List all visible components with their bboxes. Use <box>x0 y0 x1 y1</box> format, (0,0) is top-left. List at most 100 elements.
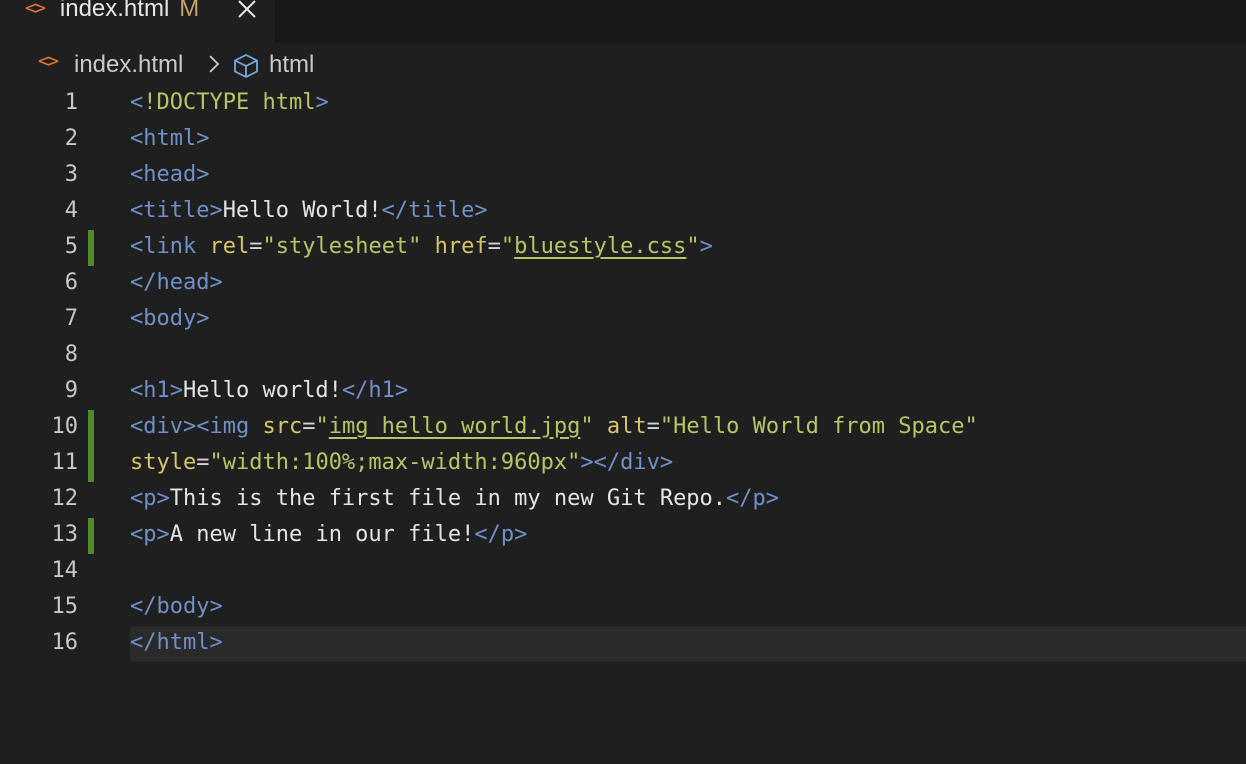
code-line[interactable]: 16 </html> <box>0 626 1246 662</box>
line-code: <h1>Hello world!</h1> <box>130 378 408 403</box>
code-token: </p> <box>726 486 780 511</box>
code-token: </html> <box>130 630 223 655</box>
line-code: <head> <box>130 162 209 187</box>
line-number: 2 <box>64 126 78 151</box>
code-line[interactable]: 14 <box>0 554 1246 590</box>
code-line[interactable]: 8 <box>0 338 1246 374</box>
code-line[interactable]: 12 <p>This is the first file in my new Gi… <box>0 482 1246 518</box>
code-token: <p> <box>130 486 170 511</box>
code-token: <html> <box>130 126 210 151</box>
code-token: </body> <box>130 594 223 619</box>
code-token: <h1> <box>130 378 183 403</box>
line-code: <!DOCTYPE html> <box>130 90 329 115</box>
code-token: > <box>315 90 329 115</box>
code-line[interactable]: 11 style="width:100%;max-width:960px"></d… <box>0 446 1246 482</box>
code-token: < <box>130 90 144 115</box>
current-line-highlight <box>130 626 1246 662</box>
code-token: "width:100%;max-width:960px" <box>209 450 581 475</box>
close-icon[interactable] <box>236 0 258 20</box>
code-token: rel <box>209 234 250 259</box>
code-line[interactable]: 3 <head> <box>0 158 1246 194</box>
code-line[interactable]: 9 <h1>Hello world!</h1> <box>0 374 1246 410</box>
line-number: 16 <box>51 630 79 655</box>
gutter-modified-marker[interactable] <box>88 446 94 482</box>
code-line[interactable]: 10 <div><img src="img_hello_world.jpg" al… <box>0 410 1246 446</box>
line-number: 10 <box>51 414 79 439</box>
code-token: A new line in our file! <box>169 522 475 547</box>
breadcrumb-element[interactable]: html <box>269 51 314 79</box>
line-number: 14 <box>51 558 79 583</box>
code-token: " <box>686 234 700 259</box>
code-line[interactable]: 15 </body> <box>0 590 1246 626</box>
tab-title: index.html <box>59 0 170 22</box>
code-line[interactable]: 1 <!DOCTYPE html> <box>0 86 1246 122</box>
line-code: <div><img src="img_hello_world.jpg" alt=… <box>130 414 978 439</box>
code-line[interactable]: 13 <p>A new line in our file!</p> <box>0 518 1246 554</box>
line-code: </body> <box>130 594 223 619</box>
line-code: <body> <box>130 306 209 331</box>
code-token: src <box>262 414 303 439</box>
code-token: = <box>646 414 660 439</box>
line-number: 5 <box>64 234 78 259</box>
line-number: 7 <box>64 306 78 331</box>
line-number: 4 <box>64 198 78 223</box>
line-number: 11 <box>51 450 79 475</box>
code-token: "Hello World from Space" <box>659 414 978 439</box>
code-token: <div><img <box>130 414 263 439</box>
gutter-modified-marker[interactable] <box>88 518 94 554</box>
line-code: <title>Hello World!</title> <box>130 198 488 223</box>
line-code: </html> <box>130 630 223 655</box>
code-line[interactable]: 7 <body> <box>0 302 1246 338</box>
code-token: " <box>580 414 607 439</box>
code-line[interactable]: 6 </head> <box>0 266 1246 302</box>
code-token: </title> <box>381 198 488 223</box>
line-code: <html> <box>130 126 209 151</box>
code-token: </p> <box>474 522 528 547</box>
editor-tab-bar: <> index.html M <box>0 0 1246 43</box>
code-token: " <box>500 234 515 259</box>
code-link[interactable]: img_hello_world.jpg <box>329 414 581 439</box>
line-number: 8 <box>64 342 78 367</box>
line-code: <link rel="stylesheet" href="bluestyle.c… <box>130 234 713 259</box>
html-file-icon: <> <box>25 0 46 19</box>
tab-index-html[interactable]: <> index.html M <box>0 0 275 43</box>
code-token: = <box>487 234 501 259</box>
code-token: <title> <box>130 198 223 223</box>
code-token: = <box>196 450 210 475</box>
code-token: href <box>434 234 488 259</box>
breadcrumb-file[interactable]: index.html <box>74 51 183 79</box>
code-token: Hello world! <box>182 378 342 403</box>
line-code: <p>This is the first file in my new Git … <box>130 486 779 511</box>
line-number: 3 <box>64 162 78 187</box>
line-code: <p>A new line in our file!</p> <box>130 522 527 547</box>
html-file-icon: <> <box>38 50 59 72</box>
code-token: = <box>249 234 263 259</box>
code-token: This is the first file in my new Git Rep… <box>169 486 727 511</box>
modified-indicator: M <box>179 0 200 22</box>
code-token: style <box>130 450 197 475</box>
line-number: 9 <box>64 378 78 403</box>
code-token: = <box>302 414 316 439</box>
line-code: </head> <box>130 270 223 295</box>
line-code: style="width:100%;max-width:960px"></div… <box>130 450 673 475</box>
code-editor[interactable]: 1 <!DOCTYPE html> 2 <html> 3 <head> 4 <title>He… <box>0 86 1246 764</box>
code-token: </h1> <box>341 378 409 403</box>
code-line[interactable]: 4 <title>Hello World!</title> <box>0 194 1246 230</box>
code-token: </head> <box>130 270 223 295</box>
code-token: <head> <box>130 162 210 187</box>
line-number: 1 <box>64 90 78 115</box>
gutter-modified-marker[interactable] <box>88 230 94 266</box>
code-line[interactable]: 2 <html> <box>0 122 1246 158</box>
line-number: 6 <box>64 270 78 295</box>
code-token: <p> <box>130 522 170 547</box>
code-line[interactable]: 5 <link rel="stylesheet" href="bluestyle.… <box>0 230 1246 266</box>
code-token: "stylesheet" <box>262 234 435 259</box>
line-number: 12 <box>51 486 79 511</box>
code-token: <link <box>130 234 210 259</box>
code-token: <body> <box>130 306 210 331</box>
cube-icon <box>234 54 258 78</box>
code-token: ></div> <box>580 450 674 475</box>
code-link[interactable]: bluestyle.css <box>514 234 686 259</box>
gutter-modified-marker[interactable] <box>88 410 94 446</box>
code-token: > <box>699 234 713 259</box>
